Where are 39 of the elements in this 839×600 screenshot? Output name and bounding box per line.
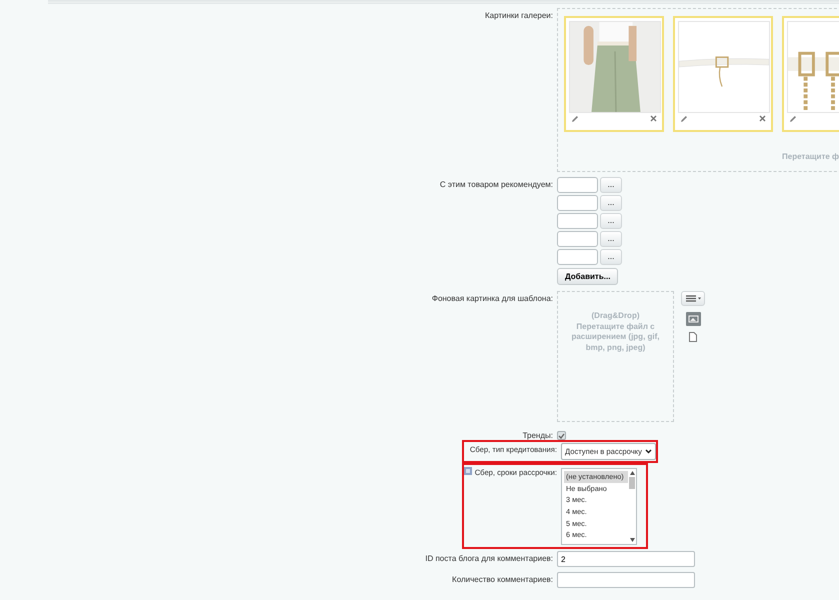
input-field[interactable] [557,572,695,588]
menu-button[interactable] [681,291,705,306]
scroll-up-icon[interactable] [630,471,634,475]
input-field[interactable] [557,231,598,247]
field-label: Картинки галереи: [484,11,553,20]
checkbox[interactable] [557,431,566,440]
input-field[interactable]: 2 [557,551,695,567]
pencil-icon[interactable] [680,115,688,123]
image-thumbnail[interactable] [564,16,664,132]
help-icon[interactable] [464,467,472,475]
image-icon[interactable] [686,312,700,326]
drop-text: Перетащите файл с расширением (jpg, gif, bmp, png, jpeg) [570,322,661,353]
browse-button[interactable]: ... [600,249,622,265]
input-field[interactable] [557,249,598,265]
browse-button[interactable]: ... [600,195,622,211]
browse-button[interactable]: ... [600,177,622,193]
menu-icon [686,295,700,302]
field-label: Количество комментариев: [452,575,553,584]
close-icon[interactable] [759,115,766,122]
add-button[interactable]: Добавить... [557,268,618,285]
field-label: С этим товаром рекомендуем: [440,180,553,189]
input-field[interactable] [557,213,598,229]
scroll-thumb[interactable] [629,477,635,489]
drop-title: (Drag&Drop) [590,311,640,322]
field-label: Фоновая картинка для шаблона: [432,294,553,303]
pencil-icon[interactable] [571,115,579,123]
file-icon[interactable] [689,332,697,342]
browse-button[interactable]: ... [600,213,622,229]
drop-hint: Перетащите ф [782,151,839,163]
input-field[interactable] [557,177,598,193]
browse-button[interactable]: ... [600,231,622,247]
image-thumbnail[interactable] [673,16,773,132]
scroll-down-icon[interactable] [630,538,634,542]
field-label: ID поста блога для комментариев: [425,554,553,563]
close-icon[interactable] [650,115,657,122]
field-label: Тренды: [522,431,553,440]
chevron-icon [645,449,652,454]
pencil-icon[interactable] [789,115,797,123]
input-field[interactable] [557,195,598,211]
